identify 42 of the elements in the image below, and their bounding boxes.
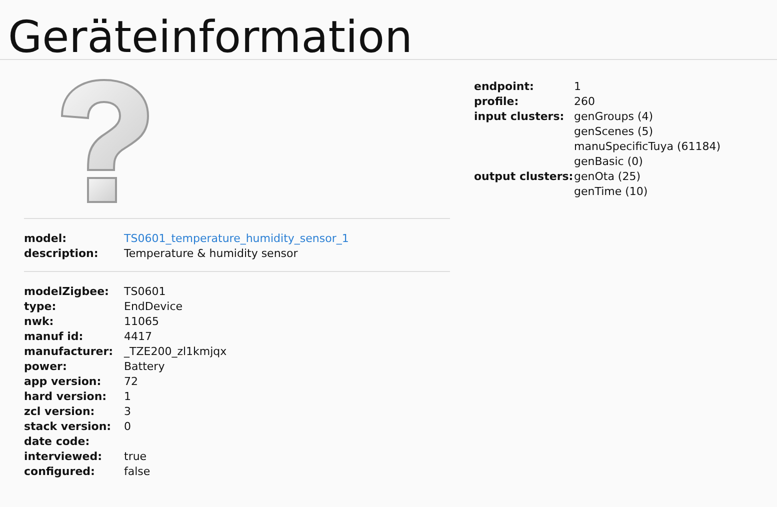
field-label: input clusters:	[474, 109, 566, 125]
field-value: 4417	[124, 329, 152, 344]
field-value: Battery	[124, 359, 165, 374]
field-value: 1	[574, 79, 581, 94]
field-label: output clusters:	[474, 169, 574, 185]
field-value: EndDevice	[124, 299, 183, 314]
field-label: description:	[24, 246, 100, 261]
field-label: profile:	[474, 94, 520, 109]
field-label: app version:	[24, 374, 102, 389]
field-label: date code:	[24, 434, 91, 449]
field-value: genBasic (0)	[574, 154, 643, 169]
field-value: 260	[574, 94, 595, 109]
field-value: Temperature & humidity sensor	[124, 246, 298, 261]
field-label: interviewed:	[24, 449, 104, 464]
field-label: model:	[24, 231, 68, 246]
field-value: genTime (10)	[574, 184, 648, 199]
field-value: 0	[124, 419, 131, 434]
field-value: 11065	[124, 314, 159, 329]
field-value: genScenes (5)	[574, 124, 654, 139]
field-label: nwk:	[24, 314, 55, 329]
field-label: modelZigbee:	[24, 284, 110, 299]
field-label: zcl version:	[24, 404, 96, 419]
field-label: hard version:	[24, 389, 108, 404]
field-label: manuf id:	[24, 329, 84, 344]
field-label: endpoint:	[474, 79, 535, 94]
field-value: genOta (25)	[574, 169, 641, 184]
field-label: power:	[24, 359, 68, 374]
field-label: type:	[24, 299, 58, 314]
page-title: Geräteinformation	[0, 0, 777, 60]
field-value: 1	[124, 389, 131, 404]
field-label: configured:	[24, 464, 96, 479]
field-label: stack version:	[24, 419, 112, 434]
field-value: _TZE200_zl1kmjqx	[124, 344, 227, 359]
field-value: 72	[124, 374, 138, 389]
field-label: manufacturer:	[24, 344, 114, 359]
field-value: TS0601	[124, 284, 166, 299]
model-link[interactable]: TS0601_temperature_humidity_sensor_1	[124, 231, 349, 246]
field-value: false	[124, 464, 150, 479]
field-value: true	[124, 449, 147, 464]
field-value: genGroups (4)	[574, 109, 654, 124]
field-value: manuSpecificTuya (61184)	[574, 139, 721, 154]
field-value: 3	[124, 404, 131, 419]
